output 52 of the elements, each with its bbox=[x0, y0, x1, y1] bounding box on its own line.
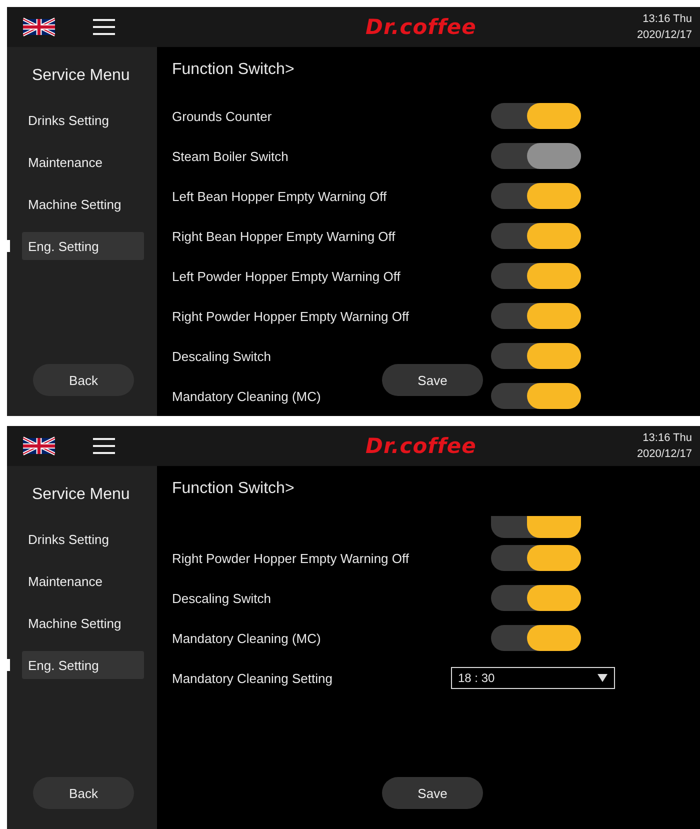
time-text: 13:16 Thu bbox=[642, 12, 692, 27]
setting-label: Descaling Switch bbox=[172, 590, 272, 606]
toggle-switch[interactable] bbox=[491, 343, 581, 369]
setting-label: Left Bean Hopper Empty Warning Off bbox=[172, 188, 388, 204]
sidebar-title: Service Menu bbox=[32, 486, 131, 504]
toggle-switch[interactable] bbox=[491, 263, 581, 289]
save-button[interactable]: Save bbox=[382, 364, 483, 396]
date-text: 2020/12/17 bbox=[636, 28, 692, 43]
toggle-switch[interactable] bbox=[491, 143, 581, 169]
toggle-switch[interactable] bbox=[491, 303, 581, 329]
setting-label: Grounds Counter bbox=[172, 108, 273, 124]
date-text: 2020/12/17 bbox=[636, 447, 692, 462]
setting-label: Left Powder Hopper Empty Warning Off bbox=[172, 268, 402, 284]
setting-label: Descaling Switch bbox=[172, 348, 272, 364]
setting-label: Mandatory Cleaning (MC) bbox=[172, 388, 322, 404]
toggle-switch[interactable] bbox=[491, 585, 581, 611]
menu-icon[interactable] bbox=[93, 437, 115, 455]
toggle-switch[interactable] bbox=[491, 103, 581, 129]
menu-item[interactable]: Machine Setting bbox=[22, 190, 144, 218]
logo: Dr.coffee bbox=[364, 15, 478, 39]
menu-item[interactable]: Drinks Setting bbox=[22, 106, 144, 134]
flag-icon[interactable] bbox=[23, 17, 55, 37]
time-dropdown[interactable]: 18 : 30 bbox=[451, 667, 615, 689]
sidebar-title: Service Menu bbox=[32, 67, 131, 85]
toggle-switch[interactable] bbox=[491, 183, 581, 209]
setting-label: Right Powder Hopper Empty Warning Off bbox=[172, 308, 410, 324]
toggle-switch[interactable] bbox=[491, 516, 581, 538]
menu-item[interactable]: Drinks Setting bbox=[22, 525, 144, 553]
setting-label: Right Bean Hopper Empty Warning Off bbox=[172, 228, 396, 244]
menu-item[interactable]: Maintenance bbox=[22, 567, 144, 595]
toggle-switch[interactable] bbox=[491, 625, 581, 651]
setting-label: Mandatory Cleaning (MC) bbox=[172, 630, 322, 646]
back-button[interactable]: Back bbox=[33, 364, 134, 396]
save-button[interactable]: Save bbox=[382, 777, 483, 809]
menu-item[interactable]: Maintenance bbox=[22, 148, 144, 176]
time-text: 13:16 Thu bbox=[642, 431, 692, 446]
section-title: Function Switch> bbox=[172, 480, 296, 499]
logo: Dr.coffee bbox=[364, 434, 478, 458]
toggle-switch[interactable] bbox=[491, 223, 581, 249]
menu-icon[interactable] bbox=[93, 18, 115, 36]
flag-icon[interactable] bbox=[23, 436, 55, 456]
setting-label: Steam Boiler Switch bbox=[172, 148, 290, 164]
dropdown-caret-icon bbox=[597, 674, 608, 682]
menu-item[interactable]: Eng. Setting bbox=[22, 232, 144, 260]
setting-label: Mandatory Cleaning Setting bbox=[172, 670, 334, 686]
section-title: Function Switch> bbox=[172, 61, 296, 80]
back-button[interactable]: Back bbox=[33, 777, 134, 809]
menu-item[interactable]: Machine Setting bbox=[22, 609, 144, 637]
toggle-switch[interactable] bbox=[491, 383, 581, 409]
toggle-switch[interactable] bbox=[491, 545, 581, 571]
menu-item[interactable]: Eng. Setting bbox=[22, 651, 144, 679]
setting-label: Right Powder Hopper Empty Warning Off bbox=[172, 550, 410, 566]
